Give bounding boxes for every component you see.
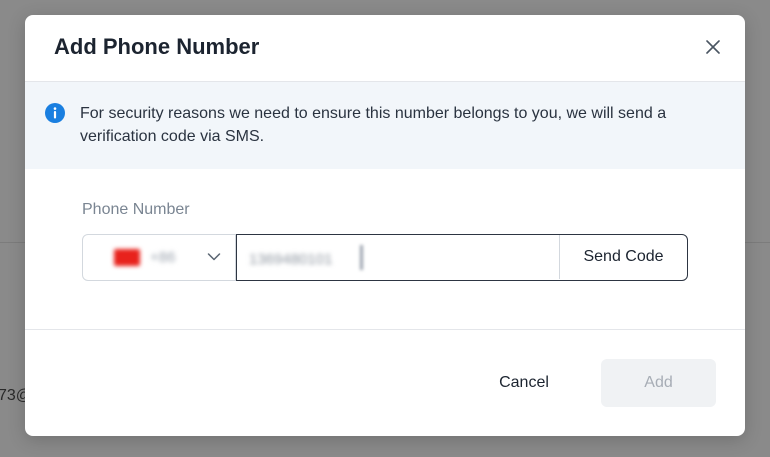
dialog-title: Add Phone Number	[54, 34, 260, 59]
dialog-footer: Cancel Add	[25, 330, 745, 436]
info-message: For security reasons we need to ensure t…	[80, 105, 667, 145]
phone-form: Phone Number +86 Send Code	[25, 169, 745, 330]
dialog-header: Add Phone Number	[25, 15, 745, 82]
dial-code: +86	[150, 249, 176, 266]
phone-input-wrapper: Send Code	[236, 234, 688, 281]
phone-number-input[interactable]	[247, 246, 551, 272]
country-code-select[interactable]: +86	[82, 234, 236, 281]
china-flag-icon	[114, 249, 140, 266]
phone-number-label: Phone Number	[82, 201, 190, 218]
chevron-down-icon	[207, 253, 221, 261]
phone-input-group: +86 Send Code	[82, 234, 688, 281]
info-banner: For security reasons we need to ensure t…	[25, 82, 745, 169]
cancel-button[interactable]: Cancel	[477, 359, 571, 407]
text-cursor	[360, 245, 363, 270]
close-icon	[706, 40, 720, 54]
send-code-button[interactable]: Send Code	[559, 235, 687, 279]
info-icon	[45, 103, 65, 123]
close-button[interactable]	[703, 37, 723, 57]
add-button[interactable]: Add	[601, 359, 716, 407]
add-phone-dialog: Add Phone Number For security reasons we…	[25, 15, 745, 436]
